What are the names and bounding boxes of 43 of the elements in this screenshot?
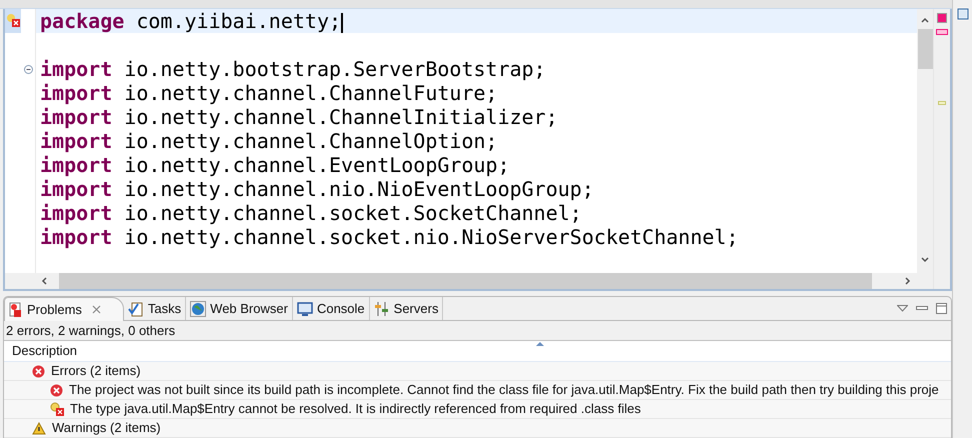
view-icon[interactable] bbox=[956, 8, 968, 20]
scrollbar-thumb[interactable] bbox=[59, 273, 872, 289]
collapse-icon[interactable] bbox=[24, 64, 33, 74]
minimize-icon[interactable] bbox=[916, 306, 928, 311]
code-line: package com.yiibai.netty; bbox=[40, 9, 342, 33]
problems-summary: 2 errors, 2 warnings, 0 others bbox=[5, 322, 176, 340]
scroll-left-icon[interactable] bbox=[39, 276, 49, 286]
column-header[interactable]: Description bbox=[4, 341, 951, 362]
warning-icon bbox=[32, 422, 46, 434]
code-line: import io.netty.channel.socket.nio.NioServerSocketChannel; bbox=[40, 225, 738, 249]
error-marker-icon[interactable] bbox=[937, 13, 947, 23]
sort-arrow-icon bbox=[536, 341, 544, 347]
error-icon bbox=[50, 384, 63, 396]
scroll-down-icon[interactable] bbox=[920, 255, 930, 265]
view-tab[interactable]: Tasks bbox=[124, 297, 186, 320]
tree-group[interactable]: Warnings (2 items) bbox=[52, 419, 161, 437]
problems-icon bbox=[9, 302, 23, 318]
error-icon bbox=[32, 364, 45, 378]
code-line: import io.netty.channel.ChannelOption; bbox=[40, 129, 498, 153]
warning-marker-icon[interactable] bbox=[938, 101, 946, 105]
code-line: import io.netty.channel.EventLoopGroup; bbox=[40, 153, 510, 177]
view-menu-icon[interactable] bbox=[897, 305, 908, 312]
globe-icon bbox=[190, 300, 206, 316]
clipboard-check-icon bbox=[128, 300, 144, 316]
code-line: import io.netty.channel.ChannelInitializer; bbox=[40, 105, 558, 129]
tree-group[interactable]: Errors (2 items) bbox=[51, 362, 141, 380]
servers-icon bbox=[374, 300, 390, 316]
close-icon[interactable] bbox=[92, 305, 101, 314]
view-tab[interactable]: Servers bbox=[370, 297, 444, 320]
monitor-icon bbox=[296, 300, 313, 316]
code-line: import io.netty.channel.nio.NioEventLoopGroup; bbox=[40, 177, 594, 201]
view-tab[interactable]: Problems bbox=[4, 297, 124, 321]
error-lightbulb-icon[interactable] bbox=[5, 9, 21, 33]
scrollbar-thumb[interactable] bbox=[918, 29, 932, 69]
view-tab[interactable]: Console bbox=[292, 297, 370, 320]
code-line: import io.netty.channel.ChannelFuture; bbox=[40, 81, 498, 105]
code-line: import io.netty.channel.socket.SocketChannel; bbox=[40, 201, 582, 225]
maximize-icon[interactable] bbox=[936, 303, 947, 314]
scroll-right-icon[interactable] bbox=[903, 276, 913, 286]
view-tab[interactable]: Web Browser bbox=[186, 297, 293, 320]
scroll-up-icon[interactable] bbox=[920, 15, 930, 25]
error-marker-icon[interactable] bbox=[936, 29, 948, 35]
code-line: import io.netty.bootstrap.ServerBootstrap; bbox=[40, 57, 546, 81]
